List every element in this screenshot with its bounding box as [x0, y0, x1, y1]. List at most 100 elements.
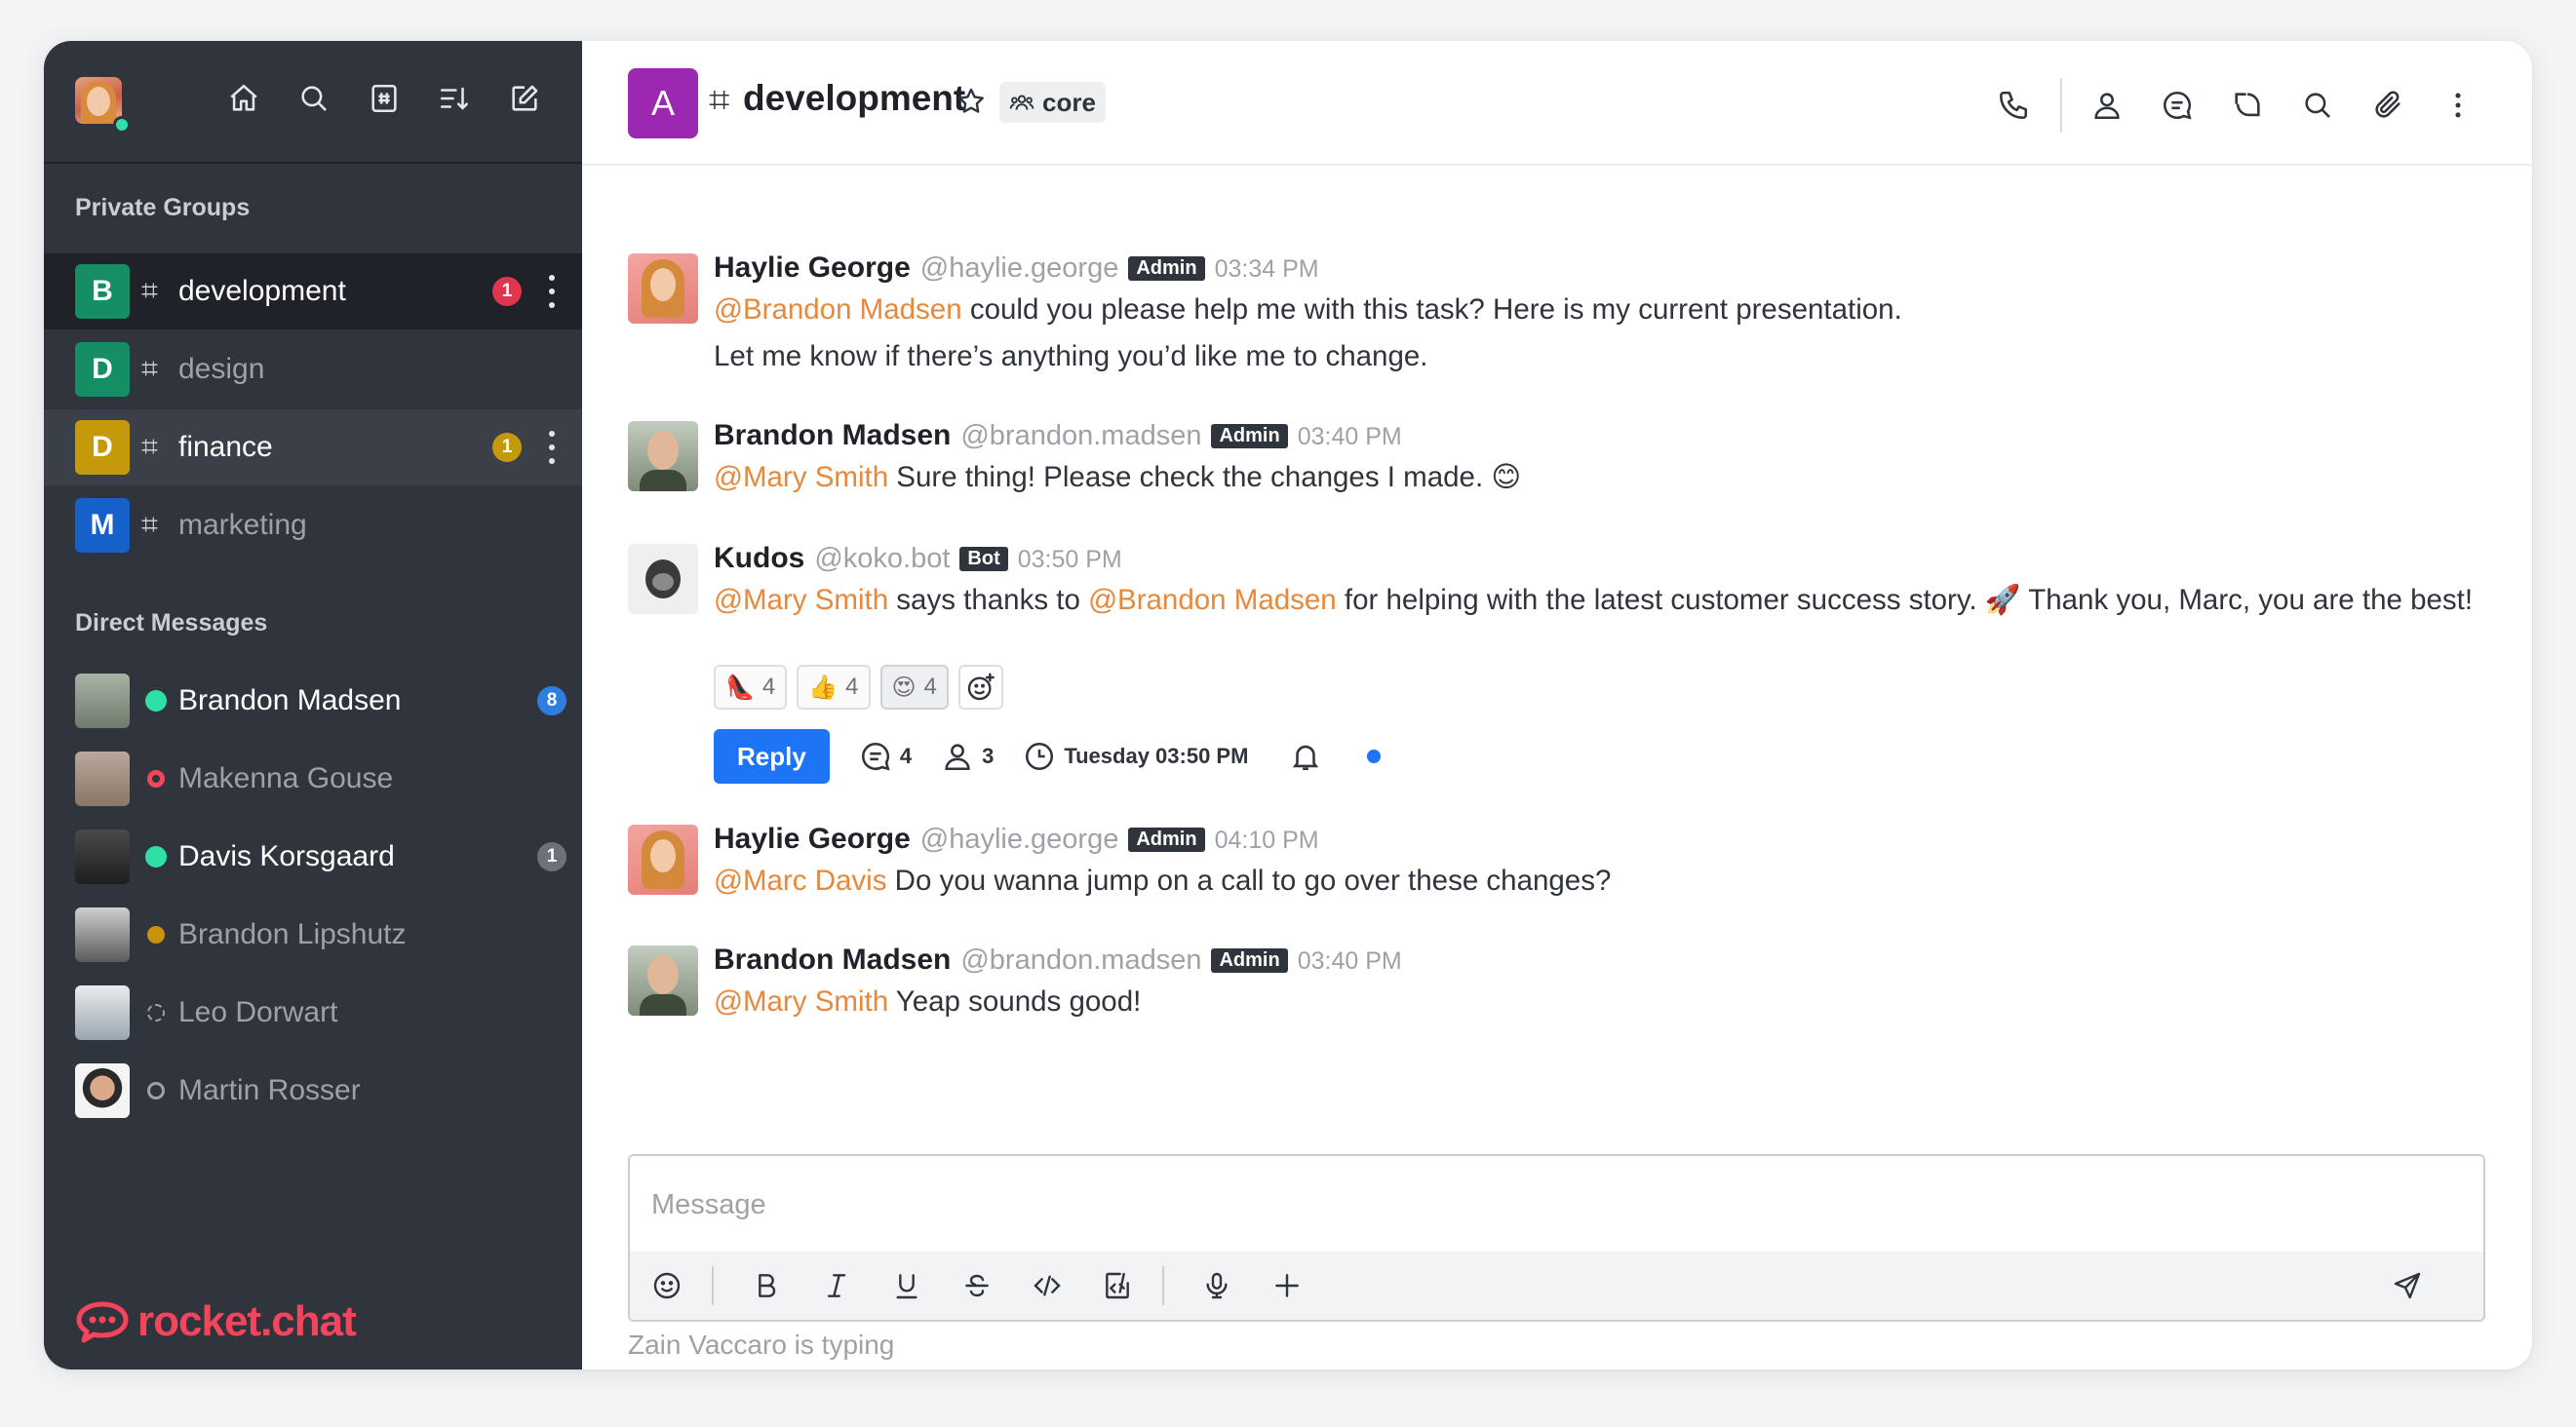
sidebar-item-design[interactable]: D ⌗ design — [44, 331, 582, 407]
reaction-count: 4 — [923, 674, 937, 700]
private-channel-icon: ⌗ — [709, 80, 730, 121]
code-icon[interactable] — [1030, 1268, 1065, 1303]
avatar[interactable] — [628, 825, 698, 895]
reaction-heart-eyes[interactable]: 😍 4 — [879, 665, 949, 710]
add-reaction-icon[interactable] — [957, 665, 1003, 710]
sidebar-item-leo-dorwart[interactable]: Leo Dorwart — [44, 975, 582, 1051]
reaction-emoji: 😍 — [891, 674, 917, 701]
underline-icon[interactable] — [889, 1268, 924, 1303]
user-handle[interactable]: @brandon.madsen — [960, 420, 1201, 452]
kebab-menu-icon[interactable] — [547, 275, 557, 308]
reaction-count: 4 — [761, 674, 776, 700]
reaction-count: 4 — [845, 674, 859, 700]
reply-button[interactable]: Reply — [714, 729, 830, 784]
attachment-icon[interactable] — [2362, 80, 2413, 131]
channel-title: development — [743, 78, 966, 118]
user-mention[interactable]: @Mary Smith — [714, 985, 888, 1018]
reaction-thumbs-up[interactable]: 👍 4 — [797, 665, 871, 710]
team-tag[interactable]: core — [999, 82, 1106, 123]
reaction-emoji: 👠 — [725, 674, 755, 701]
user-info-icon[interactable] — [2082, 80, 2132, 131]
kebab-menu-icon[interactable] — [2433, 80, 2483, 131]
bell-icon[interactable] — [1289, 740, 1322, 773]
threads-icon[interactable] — [2152, 80, 2203, 131]
room-avatar: M — [75, 498, 130, 553]
username[interactable]: Kudos — [714, 542, 804, 575]
avatar[interactable] — [628, 253, 698, 324]
home-icon[interactable] — [225, 80, 262, 117]
user-handle[interactable]: @brandon.madsen — [960, 945, 1201, 977]
dm-name: Brandon Lipshutz — [178, 918, 407, 950]
message-body: @Brandon Madsen could you please help me… — [714, 290, 2474, 329]
sidebar-item-marketing[interactable]: M ⌗ marketing — [44, 487, 582, 563]
user-handle[interactable]: @haylie.george — [920, 252, 1119, 285]
avatar[interactable] — [628, 945, 698, 1016]
kebab-menu-icon[interactable] — [547, 431, 557, 464]
user-mention[interactable]: @Brandon Madsen — [714, 293, 962, 326]
sidebar-item-finance[interactable]: D ⌗ finance 1 — [44, 409, 582, 485]
message-body: @Marc Davis Do you wanna jump on a call … — [714, 862, 2474, 901]
room-avatar: D — [75, 420, 130, 475]
role-badge: Admin — [1211, 948, 1288, 973]
search-messages-icon[interactable] — [2292, 80, 2343, 131]
avatar[interactable] — [628, 421, 698, 491]
sort-icon[interactable] — [436, 80, 473, 117]
direct-messages-title: Direct Messages — [75, 609, 268, 636]
message-input[interactable] — [630, 1156, 2483, 1253]
sidebar-item-davis-korsgaard[interactable]: Davis Korsgaard 1 — [44, 819, 582, 895]
room-name: development — [178, 275, 346, 307]
message-text-line2: Let me know if there’s anything you’d li… — [714, 340, 1428, 372]
username[interactable]: Haylie George — [714, 251, 911, 285]
star-icon[interactable] — [956, 86, 987, 117]
reaction-emoji: 👍 — [808, 674, 839, 701]
user-mention[interactable]: @Marc Davis — [714, 865, 886, 897]
sidebar-item-brandon-madsen[interactable]: Brandon Madsen 8 — [44, 663, 582, 739]
reaction-heel[interactable]: 👠 4 — [714, 665, 788, 710]
user-handle[interactable]: @haylie.george — [920, 824, 1119, 856]
user-mention[interactable]: @Mary Smith — [714, 584, 888, 616]
sidebar-item-development[interactable]: B ⌗ development 1 — [44, 253, 582, 329]
avatar — [75, 985, 130, 1040]
discussions-icon[interactable] — [2222, 80, 2273, 131]
code-block-icon[interactable] — [1100, 1268, 1135, 1303]
create-new-icon[interactable] — [506, 80, 543, 117]
username[interactable]: Brandon Madsen — [714, 419, 951, 452]
user-mention[interactable]: @Mary Smith — [714, 461, 888, 493]
user-mention[interactable]: @Brandon Madsen — [1088, 584, 1337, 616]
private-groups-title: Private Groups — [75, 194, 251, 221]
user-avatar[interactable] — [75, 77, 122, 124]
unread-badge: 8 — [537, 686, 566, 715]
dm-name: Leo Dorwart — [178, 996, 338, 1028]
italic-icon[interactable] — [819, 1268, 854, 1303]
phone-icon[interactable] — [1988, 80, 2039, 131]
strikethrough-icon[interactable] — [959, 1268, 995, 1303]
username[interactable]: Haylie George — [714, 823, 911, 856]
role-badge: Admin — [1128, 256, 1205, 281]
send-icon[interactable] — [2390, 1268, 2425, 1303]
search-icon[interactable] — [295, 80, 332, 117]
directory-icon[interactable] — [366, 80, 403, 117]
sidebar-item-makenna-gouse[interactable]: Makenna Gouse — [44, 741, 582, 817]
bot-avatar[interactable] — [628, 544, 698, 614]
message-composer — [628, 1154, 2485, 1322]
private-channel-icon: ⌗ — [141, 509, 158, 541]
bold-icon[interactable] — [749, 1268, 784, 1303]
dm-name: Brandon Madsen — [178, 684, 402, 716]
channel-avatar[interactable]: A — [628, 68, 698, 138]
timestamp: 04:10 PM — [1214, 827, 1319, 854]
status-online-icon — [145, 690, 167, 712]
message-text: for helping with the latest customer suc… — [1336, 584, 2474, 616]
message-body: @Mary Smith Sure thing! Please check the… — [714, 458, 2474, 497]
plus-icon[interactable] — [1269, 1268, 1305, 1303]
emoji-icon[interactable] — [649, 1268, 684, 1303]
thread-replies: 4 — [859, 740, 912, 773]
sidebar-item-martin-rosser[interactable]: Martin Rosser — [44, 1053, 582, 1129]
private-channel-icon: ⌗ — [141, 353, 158, 385]
message-text: could you please help me with this task?… — [961, 293, 1902, 326]
room-name: marketing — [178, 509, 307, 541]
main-panel: A ⌗ development core Haylie George @hayl… — [582, 41, 2532, 1369]
username[interactable]: Brandon Madsen — [714, 944, 951, 977]
sidebar-item-brandon-lipshutz[interactable]: Brandon Lipshutz — [44, 897, 582, 973]
user-handle[interactable]: @koko.bot — [814, 543, 950, 575]
microphone-icon[interactable] — [1199, 1268, 1234, 1303]
